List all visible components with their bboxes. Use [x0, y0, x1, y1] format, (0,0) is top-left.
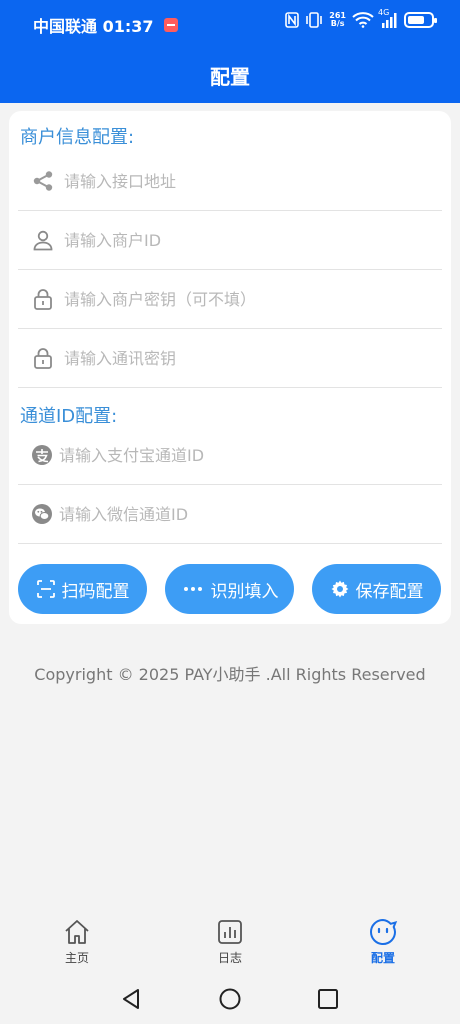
user-icon: [33, 230, 53, 251]
channel-section-title: 通道ID配置:: [20, 406, 118, 427]
home-circle-icon[interactable]: [219, 988, 241, 1010]
save-config-button[interactable]: 保存配置: [312, 564, 441, 614]
nav-label-home: 主页: [64, 951, 89, 965]
page-title: 配置: [210, 65, 250, 89]
merchant-key-input[interactable]: [64, 280, 424, 318]
recognize-fill-button[interactable]: 识别填入: [165, 564, 294, 614]
lock-icon: [34, 289, 52, 310]
merchant-id-field[interactable]: [18, 211, 442, 270]
nav-label-config: 配置: [370, 951, 395, 965]
wechat-channel-field[interactable]: [18, 485, 442, 544]
net-speed-unit: B/s: [330, 19, 345, 28]
wechat-icon: [32, 504, 52, 524]
home-icon: [65, 920, 89, 944]
wechat-channel-input[interactable]: [59, 495, 419, 533]
chart-icon: [218, 920, 242, 944]
battery-icon: [404, 12, 437, 28]
status-bar: 中国联通 01:37 261 B/s 4G: [0, 0, 460, 46]
more-dots-icon: [183, 587, 202, 591]
nav-item-config[interactable]: 配置: [353, 917, 413, 966]
notification-badge-icon: [163, 18, 178, 32]
save-config-label: 保存配置: [355, 581, 424, 602]
copyright-text: Copyright © 2025 PAY小助手 .All Rights Rese…: [34, 665, 426, 684]
status-right: 261 B/s 4G: [285, 8, 437, 28]
vibrate-icon: [306, 12, 323, 28]
wifi-icon: [352, 12, 374, 28]
merchant-section-title: 商户信息配置:: [20, 127, 135, 148]
comm-key-field[interactable]: [18, 329, 442, 388]
gear-icon: [331, 580, 348, 598]
alipay-channel-input[interactable]: [59, 436, 419, 474]
bottom-nav: 主页 日志 配置: [0, 907, 460, 973]
api-url-input[interactable]: [64, 162, 424, 200]
recognize-fill-label: 识别填入: [210, 581, 279, 602]
api-url-field[interactable]: [18, 152, 442, 211]
scan-config-button[interactable]: 扫码配置: [18, 564, 147, 614]
smiley-icon: [370, 918, 398, 945]
scan-icon: [36, 580, 55, 598]
nav-item-logs[interactable]: 日志: [200, 917, 260, 966]
merchant-key-field[interactable]: [18, 270, 442, 329]
nav-item-home[interactable]: 主页: [47, 917, 107, 966]
share-icon: [33, 171, 53, 191]
config-card: 商户信息配置: 通道ID配置: 扫码配置: [9, 111, 451, 624]
merchant-id-input[interactable]: [64, 221, 424, 259]
scan-config-label: 扫码配置: [61, 581, 130, 602]
app-screen: 中国联通 01:37 261 B/s 4G 配置 商户信息配置: 请输入接口地址…: [0, 0, 460, 1024]
cell-signal: 4G: [378, 8, 398, 28]
recents-icon[interactable]: [317, 988, 339, 1010]
comm-key-input[interactable]: [64, 339, 424, 377]
status-left: 中国联通 01:37: [33, 13, 178, 37]
signal-label: 4G: [378, 8, 390, 17]
carrier-time: 中国联通 01:37: [33, 17, 154, 36]
nfc-icon: [285, 12, 300, 28]
nav-label-logs: 日志: [217, 951, 242, 965]
alipay-channel-field[interactable]: [18, 426, 442, 485]
app-header: 中国联通 01:37 261 B/s 4G 配置: [0, 0, 460, 103]
net-speed: 261 B/s: [329, 12, 346, 28]
alipay-icon: [32, 445, 52, 465]
system-nav-bar: [0, 973, 460, 1024]
back-icon[interactable]: [120, 988, 142, 1010]
lock-icon: [34, 348, 52, 369]
